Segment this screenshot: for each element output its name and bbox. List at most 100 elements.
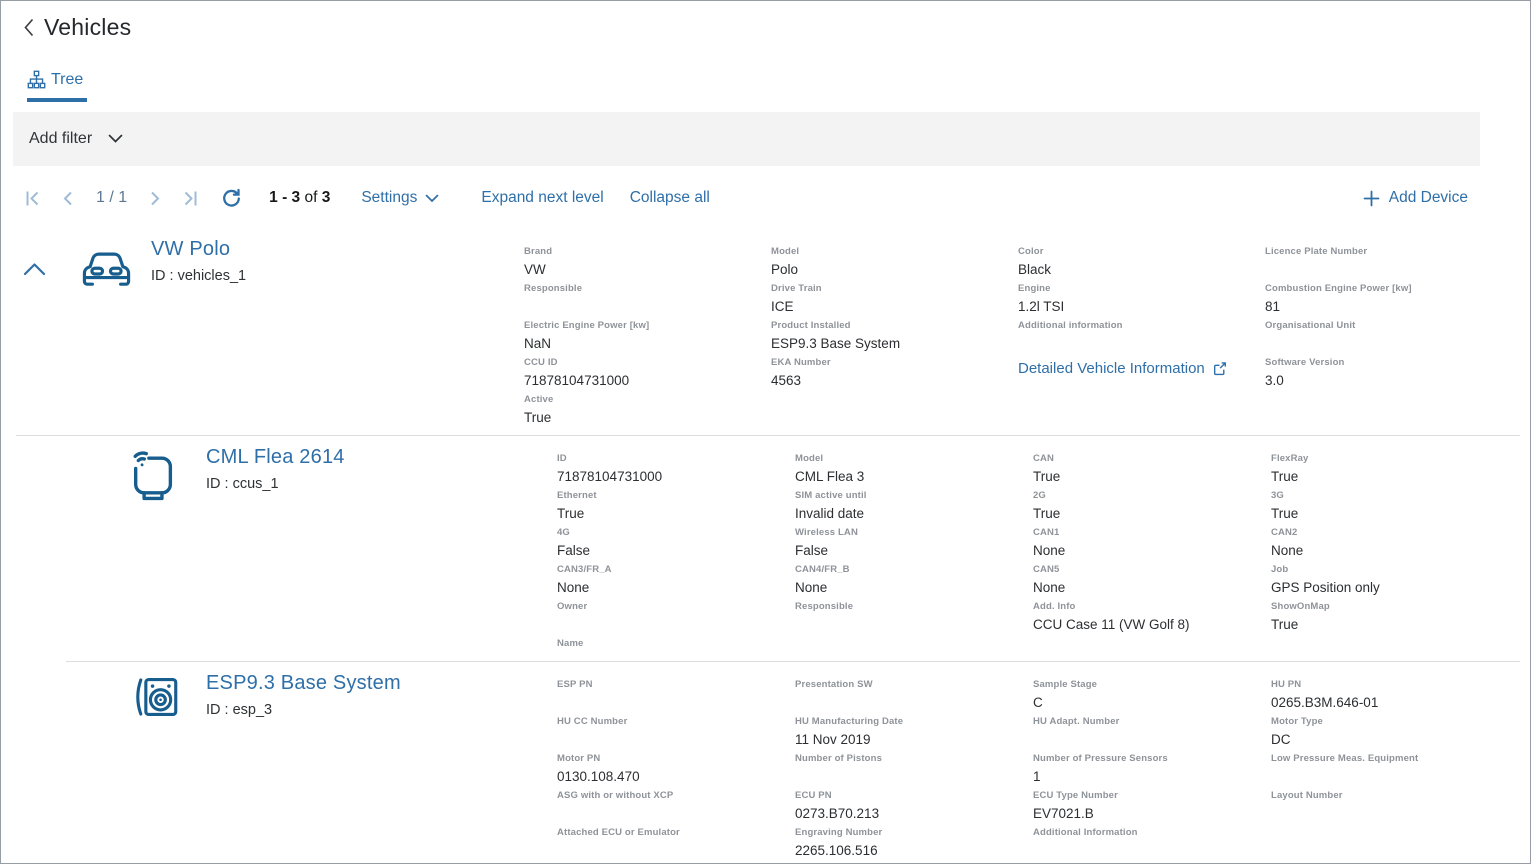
field-grid: ESP PNHU CC NumberMotor PN0130.108.470AS… xyxy=(557,662,1530,864)
result-range: 1 - 3 of 3 xyxy=(269,189,330,207)
field-label: Owner xyxy=(557,601,795,612)
field-label: Additional Information xyxy=(1033,827,1271,838)
field-group: CAN2None xyxy=(1271,527,1509,564)
entity-header: VW Polo ID : vehicles_1 xyxy=(151,238,246,284)
field-value: None xyxy=(557,580,795,596)
field-group: CANTrue xyxy=(1033,453,1271,490)
field-group: Combustion Engine Power [kw]81 xyxy=(1265,283,1512,320)
field-value xyxy=(1271,806,1509,822)
page-header: Vehicles xyxy=(1,1,1530,41)
field-value: True xyxy=(1033,506,1271,522)
last-page-button[interactable] xyxy=(183,190,198,207)
field-group: ActiveTrue xyxy=(524,394,771,431)
field-group: JobGPS Position only xyxy=(1271,564,1509,601)
field-label: Attached ECU or Emulator xyxy=(557,827,795,838)
car-icon xyxy=(80,246,133,287)
detailed-vehicle-information-link[interactable]: Detailed Vehicle Information xyxy=(1018,360,1227,377)
ccu-icon xyxy=(131,448,176,503)
entity-title-link[interactable]: ESP9.3 Base System xyxy=(206,672,401,695)
field-label: HU PN xyxy=(1271,679,1509,690)
field-label: HU Adapt. Number xyxy=(1033,716,1271,727)
collapse-all-button[interactable]: Collapse all xyxy=(630,189,710,207)
field-value: True xyxy=(1271,617,1509,633)
entity-title-link[interactable]: CML Flea 2614 xyxy=(206,446,345,469)
field-label: 4G xyxy=(557,527,795,538)
first-page-button[interactable] xyxy=(25,190,40,207)
chevron-down-icon xyxy=(108,134,123,144)
last-page-icon xyxy=(183,190,198,207)
field-value: True xyxy=(1271,506,1509,522)
field-value: NaN xyxy=(524,336,771,352)
field-value xyxy=(557,654,795,661)
field-label: Licence Plate Number xyxy=(1265,246,1512,257)
refresh-button[interactable] xyxy=(221,188,242,209)
field-label: Number of Pistons xyxy=(795,753,1033,764)
plus-icon xyxy=(1363,190,1380,207)
collapse-row-button[interactable] xyxy=(23,262,46,281)
field-value: False xyxy=(557,543,795,559)
field-group: ECU PN0273.B70.213 xyxy=(795,790,1033,827)
field-label: CAN3/FR_A xyxy=(557,564,795,575)
previous-page-icon xyxy=(63,190,73,207)
next-page-button[interactable] xyxy=(150,190,160,207)
field-label: ECU Type Number xyxy=(1033,790,1271,801)
tree-row-cml-flea-2614: CML Flea 2614ID : ccus_1ID71878104731000… xyxy=(1,436,1530,661)
add-device-button[interactable]: Add Device xyxy=(1363,189,1468,207)
tab-tree[interactable]: Tree xyxy=(27,70,87,102)
field-group: 4G False xyxy=(557,527,795,564)
back-button[interactable] xyxy=(22,17,35,38)
field-label: HU Manufacturing Date xyxy=(795,716,1033,727)
entity-header: ESP9.3 Base SystemID : esp_3 xyxy=(206,672,401,718)
field-value: CCU Case 11 (VW Golf 8) xyxy=(1033,617,1271,633)
field-group: ID71878104731000 xyxy=(557,453,795,490)
field-label: Additional information xyxy=(1018,320,1265,331)
field-label: CAN4/FR_B xyxy=(795,564,1033,575)
field-group: HU CC Number xyxy=(557,716,795,753)
field-value: 71878104731000 xyxy=(524,373,771,389)
field-label: Software Version xyxy=(1265,357,1512,368)
field-label: Combustion Engine Power [kw] xyxy=(1265,283,1512,294)
field-label: 2G xyxy=(1033,490,1271,501)
field-group: ModelPolo xyxy=(771,246,1018,283)
vehicles-page: Vehicles Tree Add filter 1 / 1 xyxy=(0,0,1531,864)
field-group: Presentation SW xyxy=(795,679,1033,716)
field-value: 2265.106.516 xyxy=(795,843,1033,859)
field-value: Invalid date xyxy=(795,506,1033,522)
field-label: Engine xyxy=(1018,283,1265,294)
add-filter-dropdown[interactable]: Add filter xyxy=(13,112,1480,166)
field-value xyxy=(795,617,1033,633)
field-group: Responsible xyxy=(795,601,1033,638)
entity-id: ID : vehicles_1 xyxy=(151,268,246,284)
previous-page-button[interactable] xyxy=(63,190,73,207)
field-value: True xyxy=(1271,469,1509,485)
expand-next-level-button[interactable]: Expand next level xyxy=(481,189,603,207)
field-group: CCU ID71878104731000 xyxy=(524,357,771,394)
field-group: Detailed Vehicle Information xyxy=(1018,357,1265,394)
field-value xyxy=(557,843,795,859)
field-label: EKA Number xyxy=(771,357,1018,368)
chevron-up-icon xyxy=(23,262,46,276)
settings-dropdown[interactable]: Settings xyxy=(361,189,439,207)
field-group: CAN4/FR_BNone xyxy=(795,564,1033,601)
range-total: 3 xyxy=(322,189,331,206)
field-value xyxy=(1265,336,1512,352)
field-value: 1.2l TSI xyxy=(1018,299,1265,315)
field-group: Electric Engine Power [kw]NaN xyxy=(524,320,771,357)
field-value: ESP9.3 Base System xyxy=(771,336,1018,352)
add-device-label: Add Device xyxy=(1389,189,1468,207)
field-label: Organisational Unit xyxy=(1265,320,1512,331)
field-group: 3G True xyxy=(1271,490,1509,527)
field-label: Responsible xyxy=(795,601,1033,612)
field-label: Layout Number xyxy=(1271,790,1509,801)
field-column: Presentation SWHU Manufacturing Date11 N… xyxy=(795,679,1033,864)
field-group: Drive TrainICE xyxy=(771,283,1018,320)
entity-title-link[interactable]: VW Polo xyxy=(151,238,246,261)
field-column: ESP PNHU CC NumberMotor PN0130.108.470AS… xyxy=(557,679,795,864)
field-group: EthernetTrue xyxy=(557,490,795,527)
field-group: HU PN0265.B3M.646-01 xyxy=(1271,679,1509,716)
field-label: Model xyxy=(795,453,1033,464)
field-value xyxy=(557,617,795,633)
field-group: Organisational Unit xyxy=(1265,320,1512,357)
field-label: 3G xyxy=(1271,490,1509,501)
field-label: CAN2 xyxy=(1271,527,1509,538)
